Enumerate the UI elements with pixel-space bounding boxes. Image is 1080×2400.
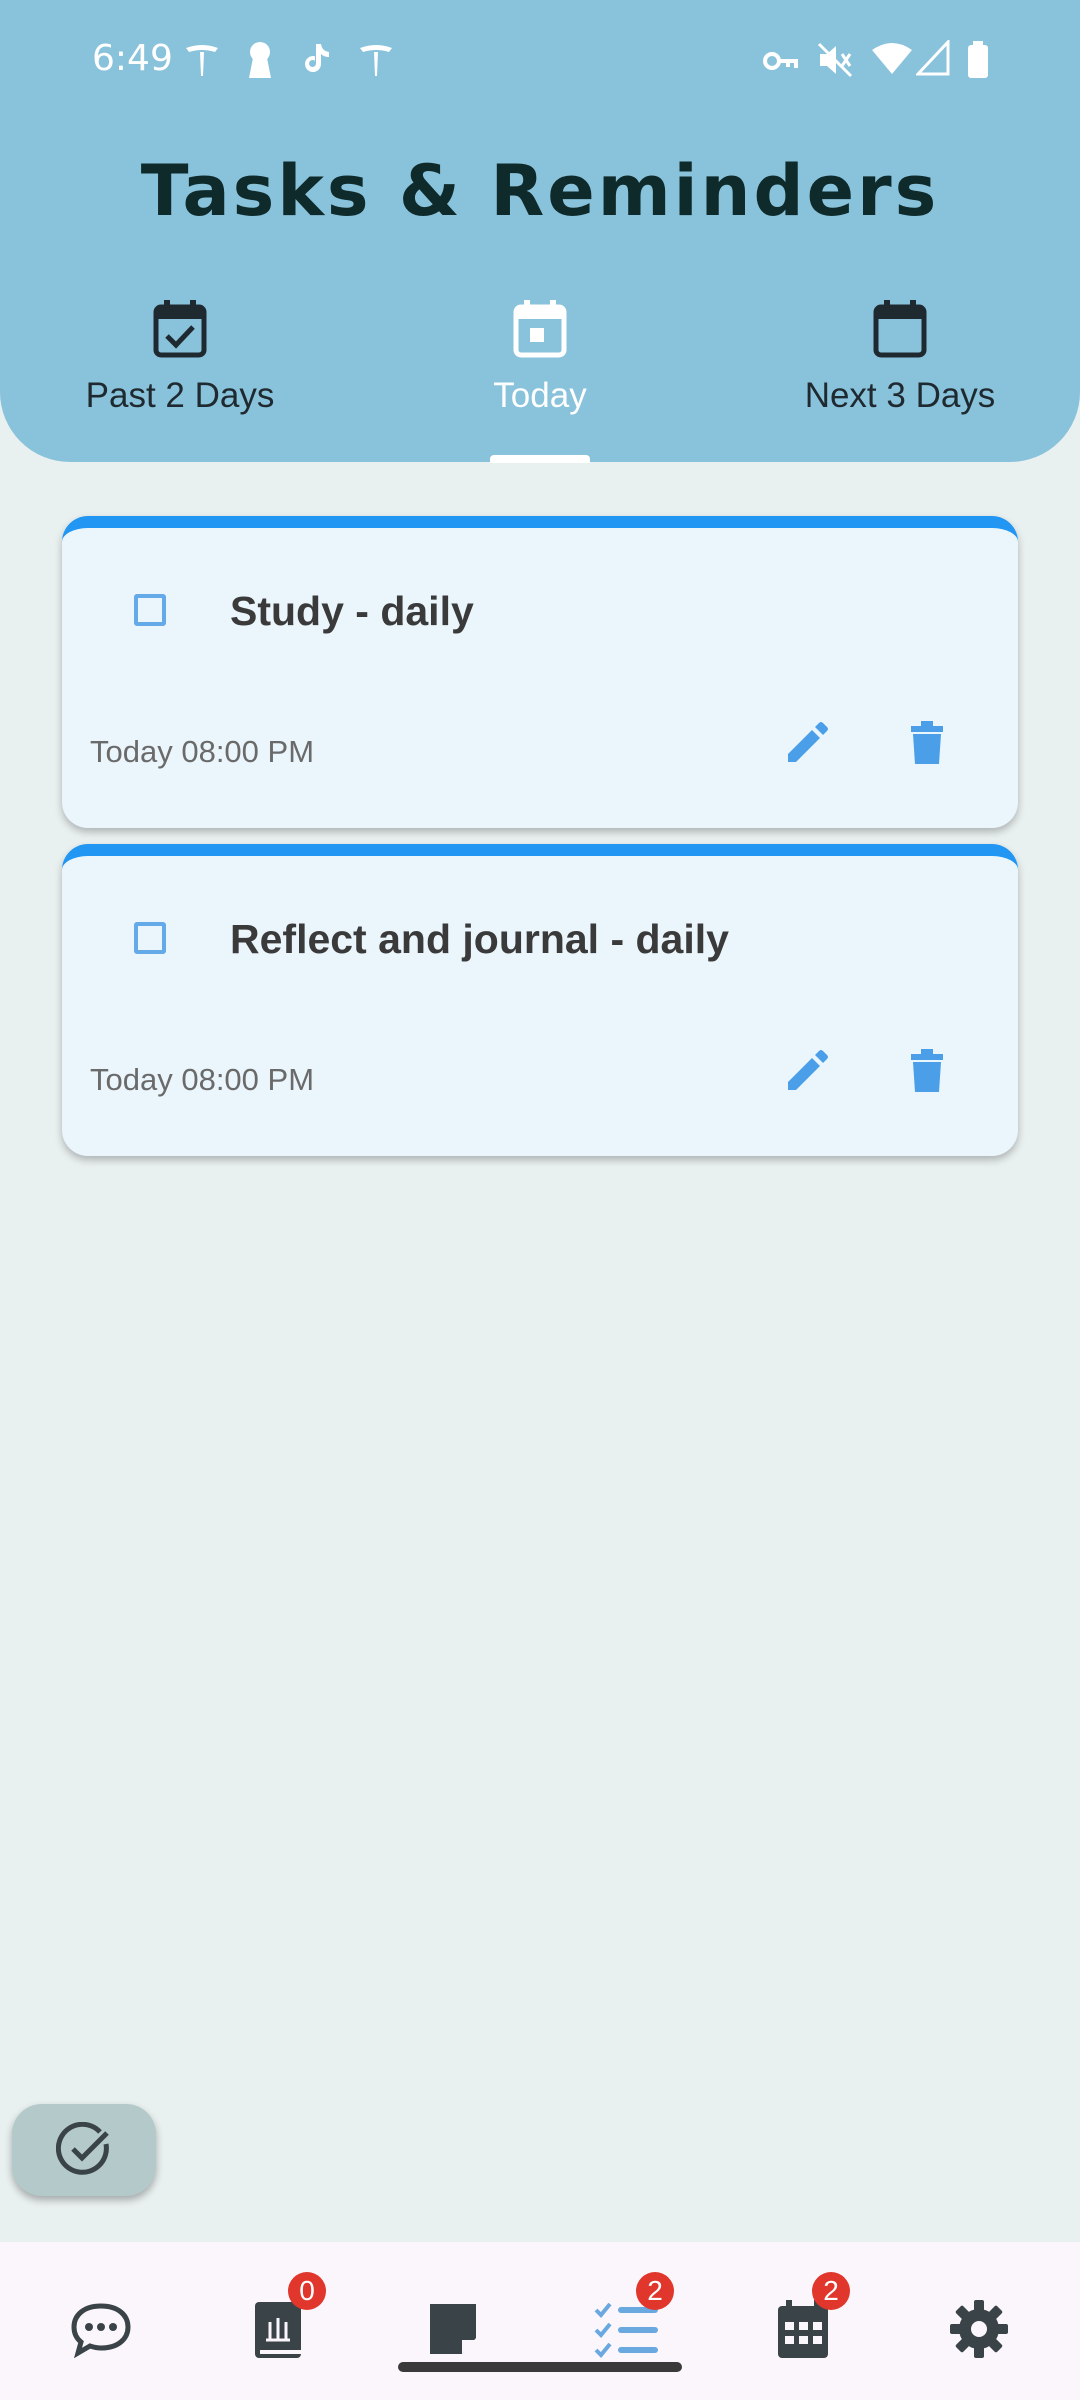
delete-icon[interactable] — [902, 1046, 952, 1096]
tab-next-3-days[interactable]: Next 3 Days — [750, 300, 1050, 460]
home-indicator[interactable] — [398, 2362, 682, 2372]
mute-icon — [817, 42, 853, 78]
edit-icon[interactable] — [782, 1046, 832, 1096]
nav-calendar[interactable]: 2 — [768, 2272, 850, 2364]
edit-icon[interactable] — [782, 718, 832, 768]
delete-icon[interactable] — [902, 718, 952, 768]
nav-settings[interactable] — [944, 2294, 1014, 2364]
task-card[interactable]: Study - daily Today 08:00 PM — [62, 516, 1018, 828]
battery-icon — [968, 41, 988, 78]
nav-chat[interactable] — [66, 2294, 136, 2364]
task-card[interactable]: Reflect and journal - daily Today 08:00 … — [62, 844, 1018, 1156]
tesla-icon — [360, 45, 392, 76]
task-title: Reflect and journal - daily — [230, 916, 729, 962]
journal-badge: 0 — [288, 2272, 326, 2310]
status-time: 6:49 — [92, 38, 173, 79]
status-bar: 6:49 — [0, 0, 1080, 120]
tiktok-icon — [305, 44, 329, 73]
calendar-icon — [873, 300, 927, 358]
task-title: Study - daily — [230, 588, 474, 634]
keyhole-icon — [249, 42, 271, 78]
task-date: Today 08:00 PM — [90, 734, 315, 769]
note-icon — [430, 2304, 476, 2354]
nav-tasks[interactable]: 2 — [592, 2272, 674, 2364]
tab-label: Next 3 Days — [804, 376, 996, 415]
wifi-icon — [872, 43, 912, 74]
nav-notes[interactable] — [418, 2294, 488, 2364]
tab-label: Today — [493, 376, 587, 415]
calendar-badge: 2 — [812, 2272, 850, 2310]
task-checkbox[interactable] — [134, 594, 166, 626]
nav-journal[interactable]: 0 — [244, 2272, 326, 2364]
calendar-today-icon — [513, 300, 567, 358]
settings-icon — [950, 2300, 1008, 2358]
tab-label: Past 2 Days — [85, 376, 275, 415]
task-date: Today 08:00 PM — [90, 1062, 315, 1097]
tasks-badge: 2 — [636, 2272, 674, 2310]
page-title: Tasks & Reminders — [140, 150, 940, 232]
tab-past-2-days[interactable]: Past 2 Days — [30, 300, 330, 460]
app-header: 6:49 Tasks & Reminders Past 2 Days Today… — [0, 0, 1080, 463]
tab-today[interactable]: Today — [390, 300, 690, 460]
tesla-icon — [186, 45, 218, 76]
calendar-check-icon — [153, 300, 207, 358]
vpn-key-icon — [763, 52, 798, 70]
complete-tasks-button[interactable] — [12, 2104, 156, 2196]
bottom-navigation: 0 2 2 — [0, 2242, 1080, 2400]
check-circle-icon — [56, 2122, 109, 2175]
chat-icon — [71, 2303, 131, 2359]
task-checkbox[interactable] — [134, 922, 166, 954]
active-tab-indicator — [490, 455, 590, 463]
signal-icon — [916, 40, 950, 76]
